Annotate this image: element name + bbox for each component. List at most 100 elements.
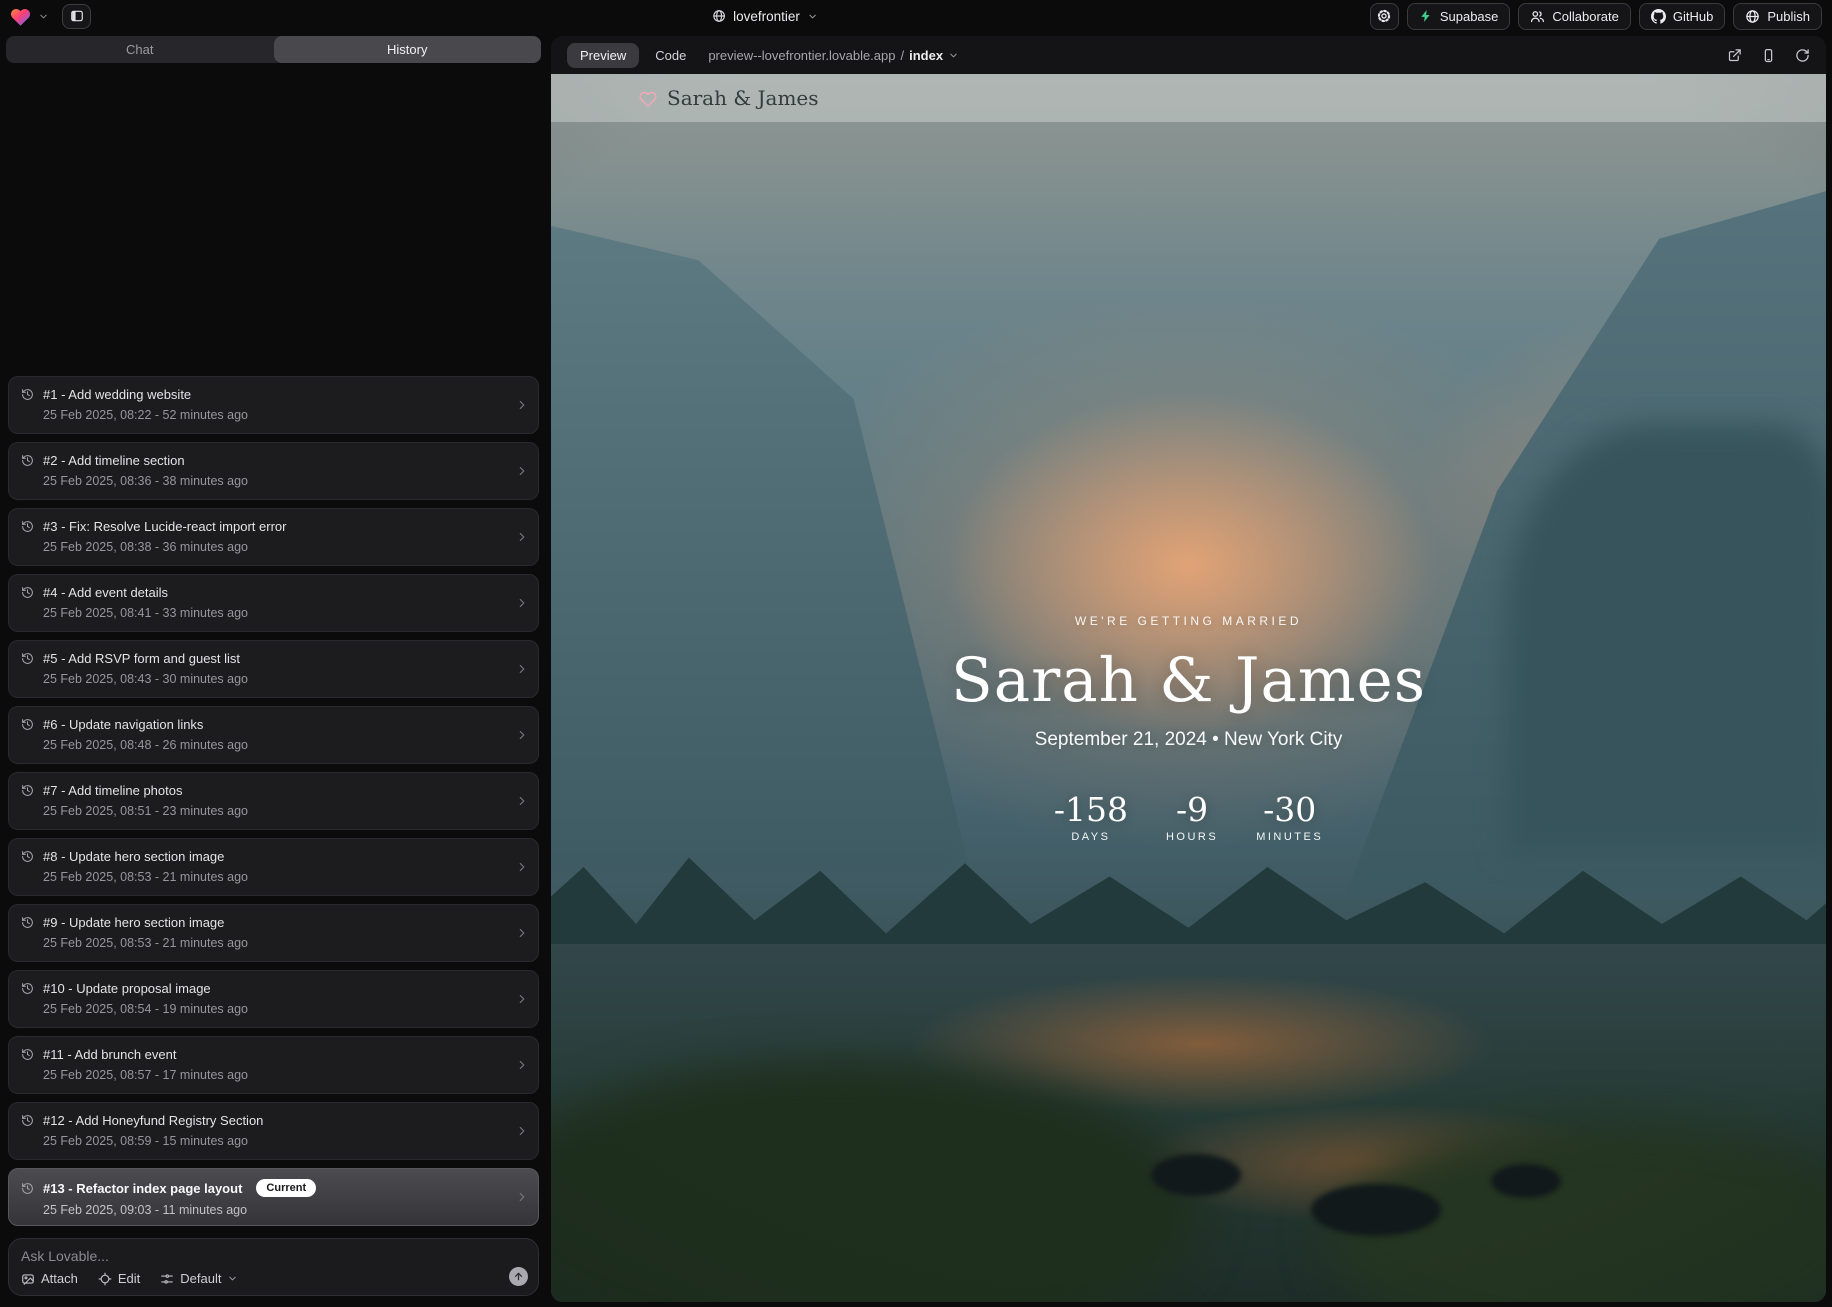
history-item-timestamp: 25 Feb 2025, 08:22 - 52 minutes ago bbox=[43, 408, 508, 422]
mobile-view-icon[interactable] bbox=[1761, 48, 1776, 63]
tab-history[interactable]: History bbox=[274, 36, 542, 63]
countdown-cell: -9 HOURS bbox=[1166, 793, 1218, 843]
settings-button[interactable] bbox=[1370, 3, 1399, 30]
sidebar-toggle-button[interactable] bbox=[62, 4, 91, 29]
chat-input[interactable] bbox=[21, 1248, 441, 1264]
chevron-right-icon[interactable] bbox=[515, 794, 529, 808]
preview-url[interactable]: preview--lovefrontier.lovable.app / inde… bbox=[708, 48, 959, 63]
history-clock-icon bbox=[21, 652, 34, 665]
tab-chat[interactable]: Chat bbox=[6, 36, 274, 63]
chevron-right-icon[interactable] bbox=[515, 398, 529, 412]
treeline bbox=[551, 829, 1826, 1019]
history-item[interactable]: #13 - Refactor index page layout Current… bbox=[8, 1168, 539, 1226]
history-item-timestamp: 25 Feb 2025, 09:03 - 11 minutes ago bbox=[43, 1203, 508, 1217]
history-clock-icon bbox=[21, 388, 34, 401]
sidebar: Chat History #1 - Add wedding website 25… bbox=[0, 34, 547, 1302]
history-item-timestamp: 25 Feb 2025, 08:36 - 38 minutes ago bbox=[43, 474, 508, 488]
history-item[interactable]: #3 - Fix: Resolve Lucide-react import er… bbox=[8, 508, 539, 566]
history-clock-icon bbox=[21, 916, 34, 929]
edit-mode-button[interactable]: Edit bbox=[98, 1271, 140, 1286]
heart-icon bbox=[639, 90, 657, 107]
history-item-title: #9 - Update hero section image bbox=[43, 915, 224, 930]
chevron-down-icon bbox=[948, 50, 959, 61]
history-list: #1 - Add wedding website 25 Feb 2025, 08… bbox=[0, 63, 547, 1234]
attach-button[interactable]: Attach bbox=[21, 1271, 78, 1286]
chevron-right-icon[interactable] bbox=[515, 1058, 529, 1072]
history-item[interactable]: #1 - Add wedding website 25 Feb 2025, 08… bbox=[8, 376, 539, 434]
history-item[interactable]: #10 - Update proposal image 25 Feb 2025,… bbox=[8, 970, 539, 1028]
publish-button[interactable]: Publish bbox=[1733, 3, 1822, 30]
history-item[interactable]: #9 - Update hero section image 25 Feb 20… bbox=[8, 904, 539, 962]
river bbox=[551, 944, 1826, 1302]
collaborate-button[interactable]: Collaborate bbox=[1518, 3, 1631, 30]
history-item-title: #6 - Update navigation links bbox=[43, 717, 203, 732]
history-item-title: #13 - Refactor index page layout bbox=[43, 1181, 242, 1196]
refresh-icon[interactable] bbox=[1795, 48, 1810, 63]
history-item-title: #2 - Add timeline section bbox=[43, 453, 185, 468]
supabase-button[interactable]: Supabase bbox=[1407, 3, 1511, 30]
history-item[interactable]: #2 - Add timeline section 25 Feb 2025, 0… bbox=[8, 442, 539, 500]
current-badge: Current bbox=[256, 1179, 316, 1197]
hero-section: WE'RE GETTING MARRIED Sarah & James Sept… bbox=[551, 114, 1826, 1302]
chevron-right-icon[interactable] bbox=[515, 662, 529, 676]
chevron-right-icon[interactable] bbox=[515, 1124, 529, 1138]
cliff-right-near bbox=[1506, 424, 1826, 854]
history-item[interactable]: #11 - Add brunch event 25 Feb 2025, 08:5… bbox=[8, 1036, 539, 1094]
history-clock-icon bbox=[21, 1114, 34, 1127]
countdown-label: HOURS bbox=[1166, 831, 1218, 843]
preview-toolbar: Preview Code preview--lovefrontier.lovab… bbox=[551, 36, 1826, 74]
rock bbox=[1151, 1154, 1241, 1196]
target-icon bbox=[98, 1272, 112, 1286]
send-button[interactable] bbox=[509, 1267, 528, 1286]
history-item-timestamp: 25 Feb 2025, 08:43 - 30 minutes ago bbox=[43, 672, 508, 686]
tab-code[interactable]: Code bbox=[655, 48, 686, 63]
sidebar-tabbar: Chat History bbox=[6, 36, 541, 63]
project-globe-icon bbox=[712, 9, 726, 23]
chevron-right-icon[interactable] bbox=[515, 926, 529, 940]
history-item[interactable]: #8 - Update hero section image 25 Feb 20… bbox=[8, 838, 539, 896]
chevron-right-icon[interactable] bbox=[515, 992, 529, 1006]
history-item-title: #10 - Update proposal image bbox=[43, 981, 211, 996]
history-item-title: #3 - Fix: Resolve Lucide-react import er… bbox=[43, 519, 286, 534]
history-item-title: #4 - Add event details bbox=[43, 585, 168, 600]
sliders-icon bbox=[160, 1272, 174, 1286]
history-clock-icon bbox=[21, 718, 34, 731]
history-item[interactable]: #5 - Add RSVP form and guest list 25 Feb… bbox=[8, 640, 539, 698]
hero-date-location: September 21, 2024 • New York City bbox=[1035, 729, 1343, 751]
history-item-timestamp: 25 Feb 2025, 08:57 - 17 minutes ago bbox=[43, 1068, 508, 1082]
tab-preview[interactable]: Preview bbox=[567, 43, 639, 68]
project-chevron-icon bbox=[807, 11, 818, 22]
history-item[interactable]: #4 - Add event details 25 Feb 2025, 08:4… bbox=[8, 574, 539, 632]
sunset-glow-right bbox=[1418, 320, 1801, 627]
history-item[interactable]: #7 - Add timeline photos 25 Feb 2025, 08… bbox=[8, 772, 539, 830]
chevron-right-icon[interactable] bbox=[515, 530, 529, 544]
logo-menu-chevron-icon[interactable] bbox=[38, 11, 49, 22]
rock bbox=[1491, 1164, 1561, 1198]
chevron-right-icon[interactable] bbox=[515, 1190, 529, 1204]
history-clock-icon bbox=[21, 1182, 34, 1195]
preview-url-page: index bbox=[909, 48, 943, 63]
hero-title: Sarah & James bbox=[951, 645, 1426, 716]
countdown: -158 DAYS -9 HOURS -30 MINUTES bbox=[1054, 793, 1323, 843]
history-item-timestamp: 25 Feb 2025, 08:54 - 19 minutes ago bbox=[43, 1002, 508, 1016]
chevron-right-icon[interactable] bbox=[515, 464, 529, 478]
history-clock-icon bbox=[21, 586, 34, 599]
history-item[interactable]: #6 - Update navigation links 25 Feb 2025… bbox=[8, 706, 539, 764]
countdown-value: -158 bbox=[1054, 793, 1128, 826]
chevron-right-icon[interactable] bbox=[515, 596, 529, 610]
history-item-timestamp: 25 Feb 2025, 08:41 - 33 minutes ago bbox=[43, 606, 508, 620]
hero-eyebrow: WE'RE GETTING MARRIED bbox=[1075, 614, 1302, 628]
river-reflection bbox=[908, 974, 1495, 1114]
chevron-down-icon bbox=[227, 1273, 238, 1284]
history-item[interactable]: #12 - Add Honeyfund Registry Section 25 … bbox=[8, 1102, 539, 1160]
site-logo[interactable]: Sarah & James bbox=[639, 86, 819, 110]
history-item-title: #8 - Update hero section image bbox=[43, 849, 224, 864]
chevron-right-icon[interactable] bbox=[515, 728, 529, 742]
model-selector[interactable]: Default bbox=[160, 1271, 238, 1286]
lovable-logo-icon[interactable] bbox=[10, 7, 31, 26]
open-in-new-tab-icon[interactable] bbox=[1727, 48, 1742, 63]
github-button[interactable]: GitHub bbox=[1639, 3, 1725, 30]
chevron-right-icon[interactable] bbox=[515, 860, 529, 874]
project-switcher[interactable]: lovefrontier bbox=[712, 0, 818, 32]
history-item-title: #5 - Add RSVP form and guest list bbox=[43, 651, 240, 666]
